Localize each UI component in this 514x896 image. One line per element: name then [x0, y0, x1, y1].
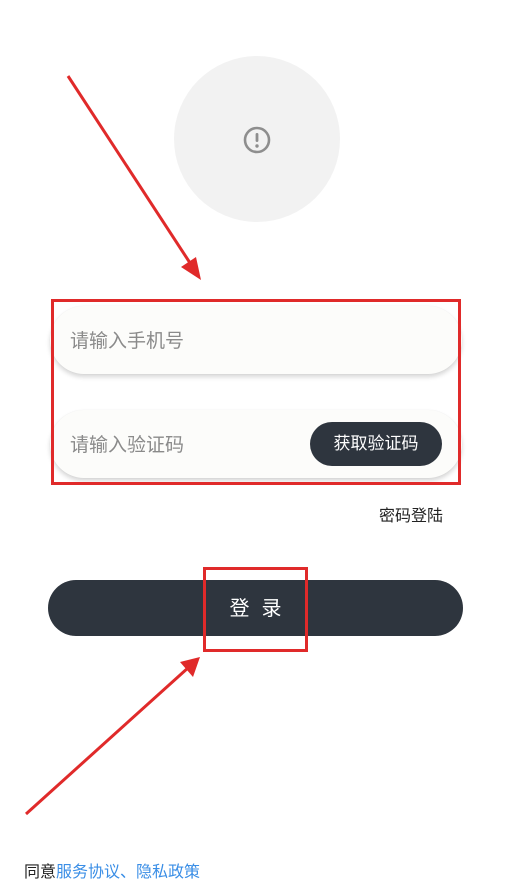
annotation-arrow-bottom — [24, 657, 200, 816]
alert-circle-icon — [243, 126, 271, 154]
agreement-links[interactable]: 服务协议、隐私政策 — [56, 862, 200, 881]
annotation-box-login — [203, 567, 308, 652]
agreement-text: 同意服务协议、隐私政策 — [24, 858, 200, 882]
annotation-box-inputs — [51, 299, 461, 485]
agreement-prefix: 同意 — [24, 862, 57, 881]
avatar[interactable] — [174, 56, 340, 222]
password-login-link[interactable]: 密码登陆 — [379, 502, 443, 526]
